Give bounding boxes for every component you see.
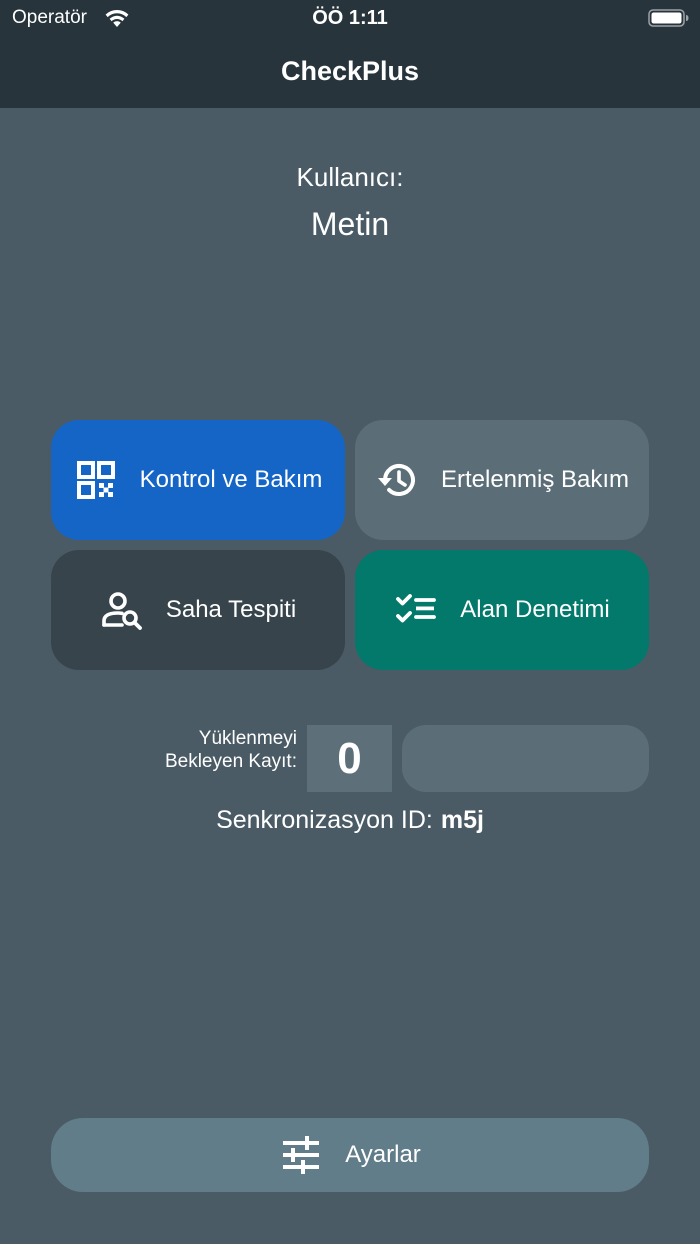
history-icon [377, 464, 415, 496]
tile-label: Alan Denetimi [460, 596, 610, 623]
area-inspection-button[interactable]: Alan Denetimi [355, 550, 649, 670]
pending-label-line1: Yüklenmeyi [198, 728, 297, 749]
qr-code-icon [76, 461, 115, 499]
postponed-maintenance-button[interactable]: Ertelenmiş Bakım [355, 420, 649, 540]
tile-label: Ertelenmiş Bakım [440, 466, 630, 493]
status-bar: Operatör ÖÖ 1:11 [0, 0, 700, 38]
user-name: Metin [310, 206, 390, 242]
checklist-icon [396, 594, 437, 623]
pending-records-count: 0 [307, 725, 392, 792]
sync-button[interactable] [402, 725, 649, 792]
battery-icon [648, 9, 689, 27]
app-header: Operatör ÖÖ 1:11 CheckPlus [0, 0, 700, 108]
field-detection-button[interactable]: Saha Tespiti [51, 550, 345, 670]
control-maintenance-button[interactable]: Kontrol ve Bakım [51, 420, 345, 540]
sync-id-label: Senkronizasyon ID: [216, 806, 433, 834]
app-title: CheckPlus [280, 56, 420, 86]
status-clock: ÖÖ 1:11 [312, 7, 388, 29]
user-label: Kullanıcı: [296, 162, 404, 192]
tune-icon [283, 1136, 320, 1174]
settings-label: Ayarlar [345, 1141, 421, 1168]
tile-label: Kontrol ve Bakım [139, 466, 323, 493]
sync-id-row: Senkronizasyon ID: m5j [0, 804, 700, 836]
pending-records-label: Yüklenmeyi Bekleyen Kayıt: [100, 727, 297, 773]
person-search-icon [102, 592, 142, 630]
settings-button[interactable]: Ayarlar [51, 1118, 649, 1192]
tile-label: Saha Tespiti [165, 596, 297, 623]
sync-id-value: m5j [440, 806, 484, 834]
pending-label-line2: Bekleyen Kayıt: [164, 751, 297, 772]
